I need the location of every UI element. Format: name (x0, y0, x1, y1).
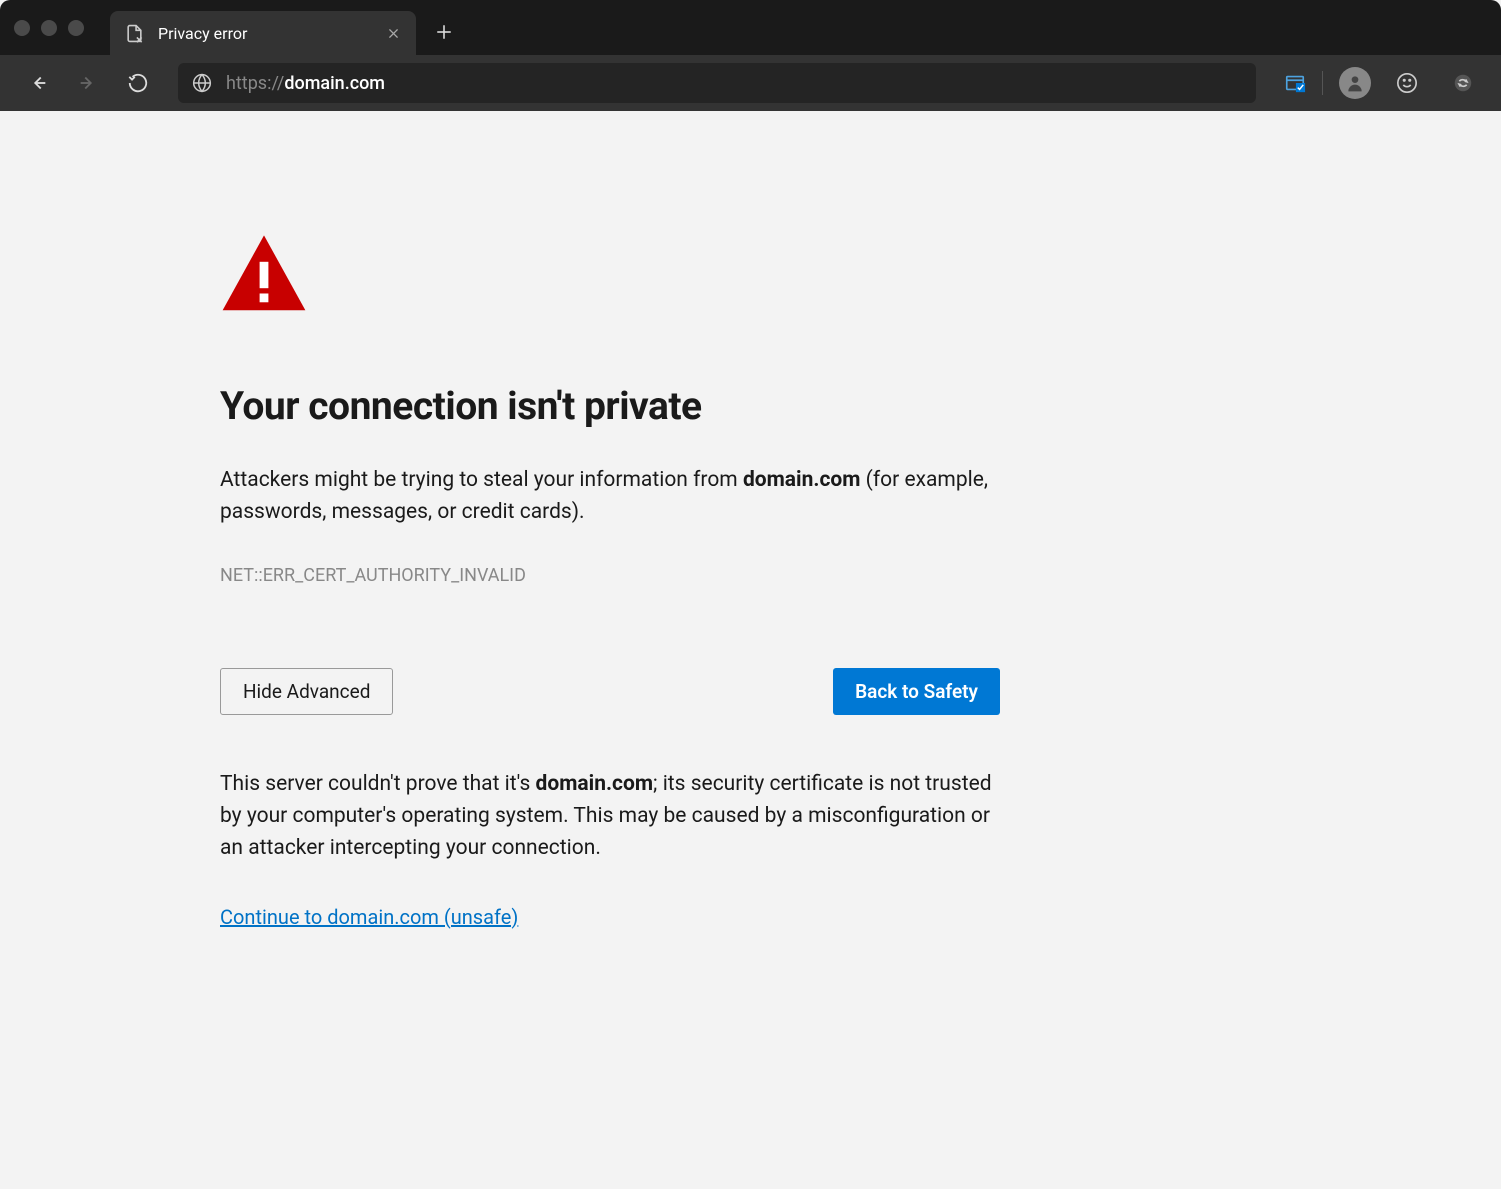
hide-advanced-button[interactable]: Hide Advanced (220, 668, 393, 715)
page-content: Your connection isn't private Attackers … (0, 111, 1501, 1009)
tab-bar: Privacy error (0, 0, 1501, 55)
toolbar: https://domain.com (0, 55, 1501, 111)
back-button[interactable] (18, 63, 58, 103)
proceed-unsafe-link[interactable]: Continue to domain.com (unsafe) (220, 905, 518, 929)
tab-title: Privacy error (158, 24, 370, 43)
site-info-globe-icon[interactable] (192, 73, 212, 93)
tab-close-button[interactable] (384, 24, 402, 42)
sync-button[interactable] (1443, 63, 1483, 103)
button-row: Hide Advanced Back to Safety (220, 668, 1000, 715)
address-bar[interactable]: https://domain.com (178, 63, 1256, 103)
tab-favicon-insecure-icon (124, 23, 144, 43)
url-text: https://domain.com (226, 73, 385, 94)
url-domain: domain.com (284, 73, 385, 94)
error-description-prefix: Attackers might be trying to steal your … (220, 468, 743, 492)
toolbar-divider (1322, 71, 1323, 95)
advanced-info: This server couldn't prove that it's dom… (220, 769, 1000, 865)
profile-button[interactable] (1339, 67, 1371, 99)
browser-tab[interactable]: Privacy error (110, 11, 416, 55)
window-close-button[interactable] (14, 20, 30, 36)
toolbar-right (1284, 63, 1483, 103)
feedback-smiley-icon[interactable] (1387, 63, 1427, 103)
new-tab-button[interactable] (424, 12, 464, 52)
warning-triangle-icon (220, 231, 1000, 323)
app-guard-icon[interactable] (1284, 72, 1306, 94)
error-heading: Your connection isn't private (220, 383, 1000, 429)
window-controls (14, 20, 84, 36)
browser-chrome: Privacy error (0, 0, 1501, 111)
back-to-safety-button[interactable]: Back to Safety (833, 668, 1000, 715)
privacy-error-container: Your connection isn't private Attackers … (220, 231, 1020, 929)
error-description: Attackers might be trying to steal your … (220, 465, 1000, 529)
window-minimize-button[interactable] (41, 20, 57, 36)
advanced-info-prefix: This server couldn't prove that it's (220, 772, 536, 796)
error-description-domain: domain.com (743, 468, 861, 492)
forward-button[interactable] (68, 63, 108, 103)
advanced-info-domain: domain.com (536, 772, 654, 796)
url-protocol: https:// (226, 73, 284, 94)
window-maximize-button[interactable] (68, 20, 84, 36)
refresh-button[interactable] (118, 63, 158, 103)
error-code: NET::ERR_CERT_AUTHORITY_INVALID (220, 565, 1000, 586)
